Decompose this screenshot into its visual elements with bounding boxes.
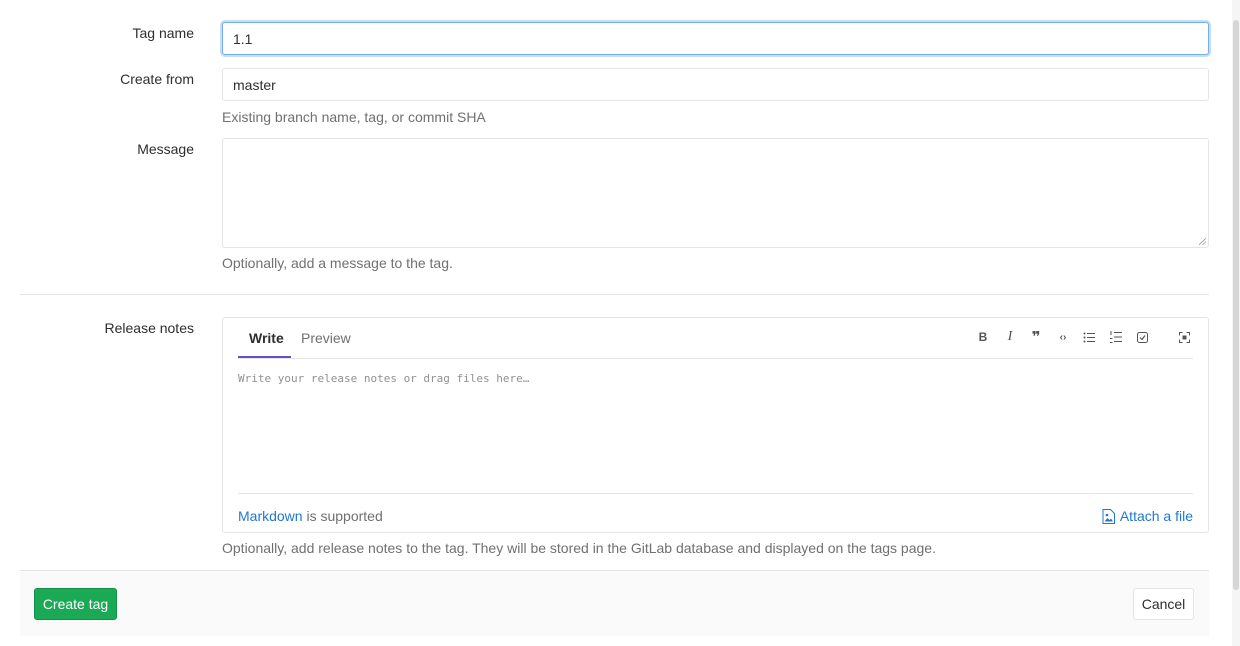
message-textarea[interactable]	[222, 138, 1209, 248]
image-file-icon	[1102, 508, 1115, 524]
markdown-hint-suffix: is supported	[302, 508, 383, 524]
create-tag-button[interactable]: Create tag	[34, 588, 117, 620]
release-notes-editor: Write Preview B I ❞ ‹› Write your releas…	[222, 317, 1209, 533]
code-icon[interactable]: ‹›	[1056, 330, 1070, 344]
create-from-input[interactable]: master	[222, 68, 1209, 101]
release-notes-textarea[interactable]: Write your release notes or drag files h…	[238, 372, 529, 385]
markdown-hint: Markdown is supported	[238, 508, 383, 524]
create-from-label: Create from	[120, 71, 194, 87]
tag-name-input[interactable]: 1.1	[222, 22, 1209, 55]
scrollbar-thumb[interactable]	[1233, 20, 1239, 590]
section-divider	[20, 294, 1209, 295]
release-notes-label: Release notes	[104, 320, 194, 336]
quote-icon[interactable]: ❞	[1029, 329, 1043, 346]
attach-file-label: Attach a file	[1119, 508, 1193, 524]
create-from-value: master	[233, 76, 276, 93]
form-actions: Create tag Cancel	[20, 570, 1209, 636]
active-tab-indicator	[238, 356, 291, 358]
tag-name-label: Tag name	[132, 25, 194, 41]
tag-name-value: 1.1	[233, 30, 253, 47]
task-list-icon[interactable]	[1135, 330, 1149, 344]
tab-preview[interactable]: Preview	[301, 330, 351, 346]
tab-write[interactable]: Write	[249, 330, 284, 346]
editor-tabs: Write Preview B I ❞ ‹›	[238, 318, 1193, 359]
message-help: Optionally, add a message to the tag.	[222, 255, 453, 271]
create-from-help: Existing branch name, tag, or commit SHA	[222, 109, 486, 125]
attach-file-button[interactable]: Attach a file	[1102, 508, 1193, 524]
bullet-list-icon[interactable]	[1082, 330, 1096, 344]
cancel-button[interactable]: Cancel	[1133, 588, 1194, 620]
resize-grip-icon[interactable]	[1199, 238, 1206, 245]
numbered-list-icon[interactable]	[1109, 330, 1123, 344]
bold-icon[interactable]: B	[976, 330, 990, 344]
italic-icon[interactable]: I	[1003, 329, 1017, 344]
editor-footer: Markdown is supported Attach a file	[238, 493, 1193, 533]
fullscreen-icon[interactable]	[1177, 330, 1191, 344]
message-label: Message	[137, 141, 194, 157]
release-notes-help: Optionally, add release notes to the tag…	[222, 540, 936, 556]
markdown-link[interactable]: Markdown	[238, 508, 303, 524]
